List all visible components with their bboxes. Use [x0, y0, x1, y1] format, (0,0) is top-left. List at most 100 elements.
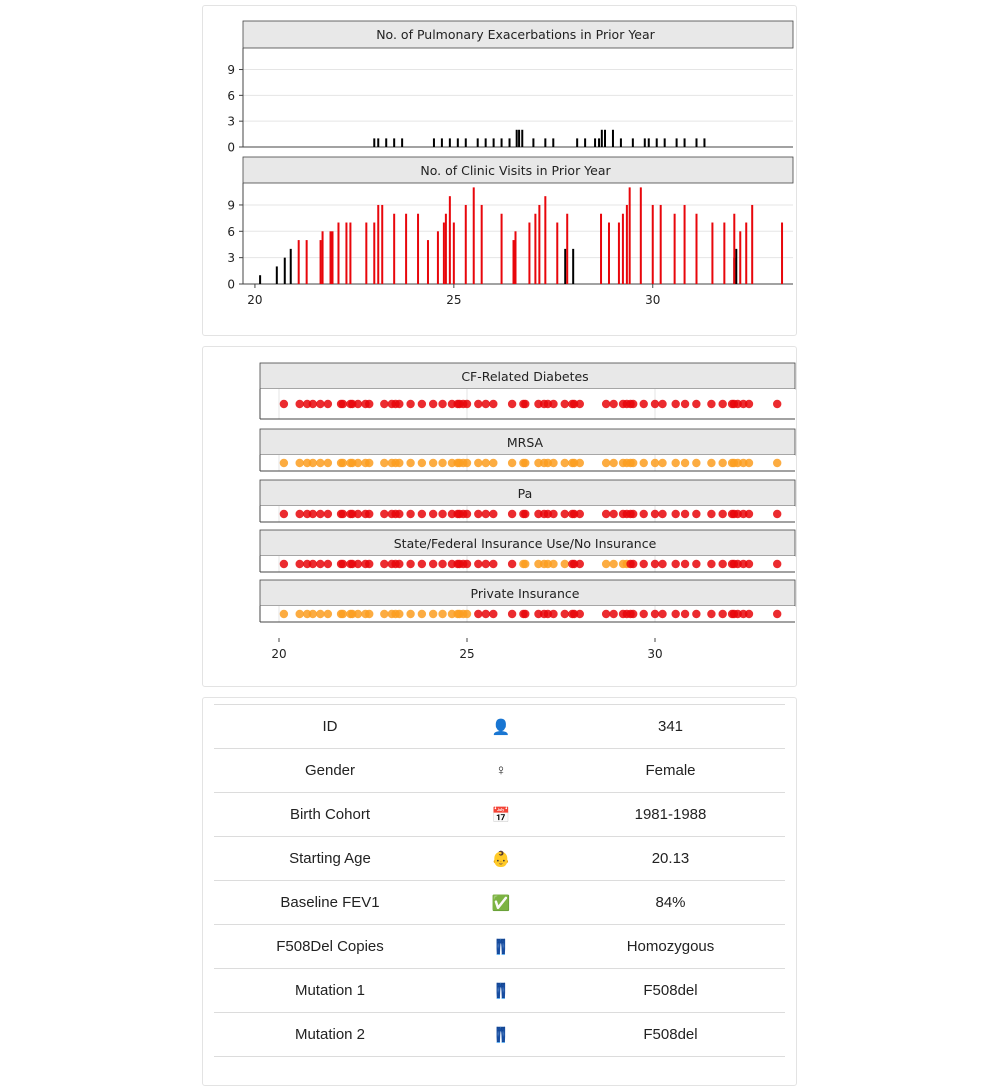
bar: [534, 213, 537, 284]
bar: [337, 222, 340, 284]
bar: [480, 204, 483, 284]
dot: [549, 399, 558, 409]
dot: [438, 509, 447, 519]
dot: [639, 609, 648, 619]
patient-info-card: ID 👤 341 Gender ♀ Female Birth Cohort 📅 1981-198…: [202, 697, 797, 1086]
dot: [481, 399, 490, 409]
info-row: Gender ♀ Female: [214, 748, 785, 793]
info-value: Female: [556, 748, 785, 793]
bar: [464, 204, 467, 284]
dot: [428, 458, 438, 468]
dot: [474, 559, 483, 569]
info-icon-cell: 📅: [446, 792, 556, 837]
dot: [650, 559, 660, 569]
info-icon-cell: 👶: [446, 836, 556, 881]
y-tick-label: 0: [227, 141, 235, 155]
dot: [295, 559, 304, 569]
info-value: Homozygous: [556, 924, 785, 969]
bar: [643, 138, 646, 147]
dot: [353, 399, 363, 409]
dot: [462, 609, 472, 619]
dot: [521, 609, 530, 619]
dot: [773, 509, 782, 519]
dot: [323, 609, 333, 619]
bar: [444, 213, 447, 284]
bar: [544, 138, 547, 147]
dot: [609, 609, 618, 619]
dot: [365, 609, 374, 619]
dot: [744, 458, 754, 468]
bar: [456, 138, 459, 147]
dot: [462, 509, 472, 519]
bar: [448, 138, 451, 147]
dot: [462, 399, 472, 409]
dot: [609, 509, 618, 519]
bar: [289, 248, 292, 284]
bar: [528, 222, 531, 284]
bar: [377, 204, 380, 284]
bar: [385, 138, 388, 147]
x-tick-label: 30: [645, 293, 660, 307]
dot: [609, 399, 618, 409]
y-tick-label: 6: [227, 225, 235, 239]
dot: [773, 559, 782, 569]
bar: [544, 196, 547, 284]
info-value: 341: [556, 704, 785, 749]
dot: [521, 458, 530, 468]
info-value: 20.13: [556, 836, 785, 881]
dot: [628, 609, 638, 619]
dot: [428, 609, 438, 619]
info-label: Birth Cohort: [214, 792, 446, 837]
bar: [442, 222, 445, 284]
dot: [417, 609, 427, 619]
bar: [683, 138, 686, 147]
info-label: Mutation 2: [214, 1012, 446, 1057]
bar: [538, 204, 541, 284]
bar: [472, 187, 475, 284]
dot: [549, 559, 558, 569]
dot: [575, 509, 584, 519]
female-icon: ♀: [495, 762, 507, 779]
bar: [365, 222, 368, 284]
bar: [518, 129, 521, 147]
panel-title: MRSA: [507, 435, 544, 450]
x-tick-label: 30: [647, 647, 662, 661]
dot: [560, 609, 569, 619]
dot: [428, 509, 438, 519]
x-tick-label: 20: [247, 293, 262, 307]
dot: [406, 609, 415, 619]
dot: [628, 458, 638, 468]
info-row: Mutation 1 👖 F508del: [214, 968, 785, 1013]
dot: [279, 609, 289, 619]
dot: [417, 399, 427, 409]
info-row: F508Del Copies 👖 Homozygous: [214, 924, 785, 969]
bar: [628, 187, 631, 284]
bar: [401, 138, 404, 147]
dot: [395, 609, 404, 619]
dot: [601, 399, 611, 409]
bar: [781, 222, 784, 284]
dot: [438, 399, 447, 409]
dot: [650, 399, 660, 409]
dot: [707, 458, 716, 468]
dot: [323, 458, 333, 468]
dot: [365, 399, 374, 409]
bar: [373, 138, 376, 147]
dot: [507, 399, 517, 409]
bar: [604, 129, 607, 147]
dot: [474, 458, 483, 468]
dot: [489, 609, 498, 619]
panel-title: Pa: [518, 486, 533, 501]
bar: [417, 213, 420, 284]
bar: [275, 266, 278, 284]
y-tick-label: 9: [227, 198, 235, 212]
dot: [773, 609, 782, 619]
dot: [417, 559, 427, 569]
dot: [680, 399, 690, 409]
dot-charts-card: CF-Related Diabetes MRSA Pa State/Federal I…: [202, 346, 797, 687]
dot: [474, 609, 483, 619]
dot: [481, 458, 490, 468]
dot: [658, 399, 667, 409]
dot: [406, 509, 415, 519]
bar: [703, 138, 706, 147]
